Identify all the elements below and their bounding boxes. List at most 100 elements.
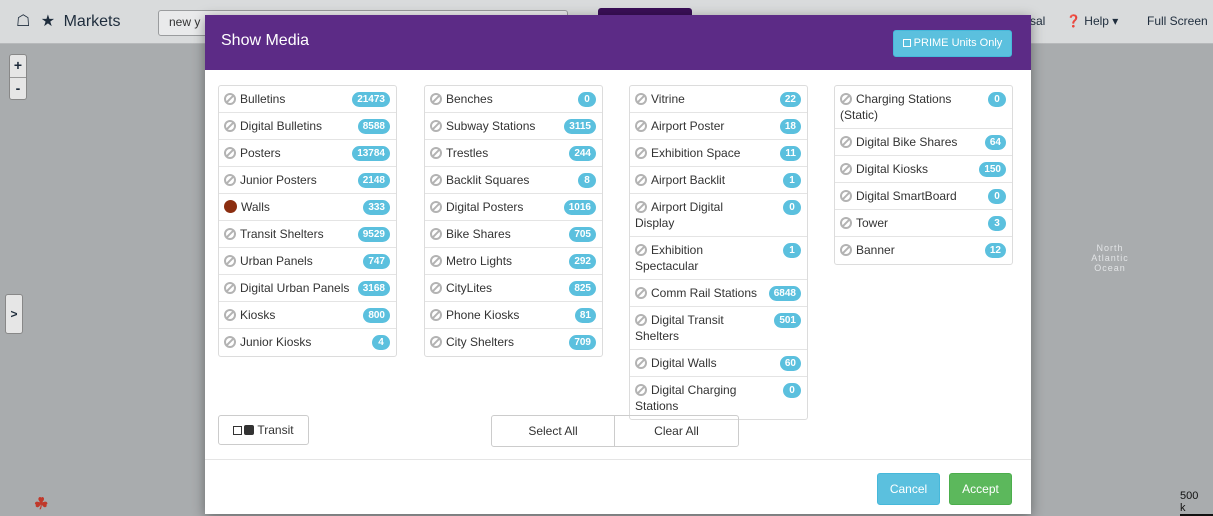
- media-item-label: Walls: [241, 200, 270, 214]
- transit-label: Transit: [257, 423, 294, 437]
- media-item[interactable]: Backlit Squares 8: [425, 167, 602, 194]
- map-logo: ☘: [34, 496, 49, 513]
- media-item-label: Tower: [856, 216, 889, 230]
- media-item[interactable]: CityLites 825: [425, 275, 602, 302]
- media-item[interactable]: Exhibition Space 11: [630, 140, 807, 167]
- media-item[interactable]: Junior Kiosks 4: [219, 329, 396, 356]
- map-scale: 500 k: [1180, 490, 1213, 516]
- ban-icon: [430, 93, 442, 105]
- media-item[interactable]: Tower 3: [835, 210, 1012, 237]
- count-badge: 8: [578, 173, 596, 188]
- media-item[interactable]: Transit Shelters 9529: [219, 221, 396, 248]
- nav-link-partial[interactable]: sal: [1030, 14, 1045, 28]
- media-item[interactable]: Vitrine 22: [630, 86, 807, 113]
- media-item[interactable]: Benches 0: [425, 86, 602, 113]
- media-item[interactable]: Phone Kiosks 81: [425, 302, 602, 329]
- media-item[interactable]: Digital Bulletins 8588: [219, 113, 396, 140]
- count-badge: 0: [783, 383, 801, 398]
- media-item-label: Digital Transit Shelters: [635, 313, 724, 343]
- count-badge: 11: [780, 146, 801, 161]
- ban-icon: [635, 314, 647, 326]
- media-item[interactable]: Digital SmartBoard 0: [835, 183, 1012, 210]
- media-list-column-1: Bulletins 21473 Digital Bulletins 8588 Poste…: [218, 85, 397, 357]
- ban-icon: [224, 309, 236, 321]
- count-badge: 800: [363, 308, 390, 323]
- ban-icon: [430, 309, 442, 321]
- count-badge: 18: [779, 119, 801, 134]
- media-item[interactable]: Urban Panels 747: [219, 248, 396, 275]
- ban-icon: [430, 336, 442, 348]
- media-item[interactable]: Bulletins 21473: [219, 86, 396, 113]
- media-item[interactable]: Airport Digital Display 0: [630, 194, 807, 237]
- zoom-in-button[interactable]: +: [10, 55, 26, 77]
- count-badge: 81: [574, 308, 596, 323]
- media-item[interactable]: Digital Transit Shelters 501: [630, 307, 807, 350]
- count-badge: 292: [569, 254, 596, 269]
- prime-label: PRIME Units Only: [913, 37, 1003, 49]
- count-badge: 8588: [357, 119, 390, 134]
- brand[interactable]: ☖ ★ Markets: [16, 11, 121, 31]
- checkbox-icon: [902, 39, 911, 47]
- media-item-label: Junior Posters: [240, 173, 317, 187]
- help-menu[interactable]: ❓ Help ▾: [1066, 14, 1118, 28]
- modal-header: Show Media PRIME Units Only: [205, 15, 1031, 70]
- media-item-label: Banner: [856, 243, 895, 257]
- media-item[interactable]: Digital Urban Panels 3168: [219, 275, 396, 302]
- ban-icon: [224, 147, 236, 159]
- count-badge: 0: [988, 92, 1006, 107]
- ban-icon: [840, 190, 852, 202]
- home-icon[interactable]: ☖: [16, 11, 30, 31]
- prime-units-only-button[interactable]: PRIME Units Only: [893, 30, 1012, 57]
- media-list-column-2: Benches 0 Subway Stations 3115 Trestles 244 Ba…: [424, 85, 603, 357]
- sidebar-toggle-button[interactable]: >: [5, 294, 23, 334]
- media-item[interactable]: Airport Poster 18: [630, 113, 807, 140]
- fullscreen-link[interactable]: Full Screen: [1147, 14, 1208, 28]
- media-item-label: Transit Shelters: [240, 227, 324, 241]
- ban-icon: [224, 174, 236, 186]
- ban-icon: [224, 336, 236, 348]
- media-item[interactable]: Airport Backlit 1: [630, 167, 807, 194]
- media-item[interactable]: Exhibition Spectacular 1: [630, 237, 807, 280]
- media-item[interactable]: Posters 13784: [219, 140, 396, 167]
- count-badge: 825: [569, 281, 596, 296]
- help-label: Help ▾: [1084, 14, 1119, 28]
- ban-icon: [224, 120, 236, 132]
- media-item-label: Bulletins: [240, 92, 286, 106]
- media-item-label: Digital Urban Panels: [240, 281, 350, 295]
- media-item[interactable]: Digital Kiosks 150: [835, 156, 1012, 183]
- media-item[interactable]: Metro Lights 292: [425, 248, 602, 275]
- media-item[interactable]: Junior Posters 2148: [219, 167, 396, 194]
- cancel-button[interactable]: Cancel: [877, 473, 940, 505]
- count-badge: 3115: [564, 119, 596, 134]
- count-badge: 64: [984, 135, 1006, 150]
- media-item-label: City Shelters: [446, 335, 515, 349]
- zoom-out-button[interactable]: -: [10, 77, 26, 99]
- ban-icon: [224, 282, 236, 294]
- select-all-button[interactable]: Select All: [492, 416, 615, 446]
- media-item[interactable]: Charging Stations (Static) 0: [835, 86, 1012, 129]
- media-item[interactable]: Comm Rail Stations 6848: [630, 280, 807, 307]
- media-item[interactable]: Digital Charging Stations 0: [630, 377, 807, 419]
- clear-all-button[interactable]: Clear All: [615, 416, 738, 446]
- ban-icon: [635, 244, 647, 256]
- media-item[interactable]: Walls 333: [219, 194, 396, 221]
- media-item-label: Digital Posters: [446, 200, 524, 214]
- media-item[interactable]: Banner 12: [835, 237, 1012, 264]
- media-item[interactable]: Digital Walls 60: [630, 350, 807, 377]
- media-item[interactable]: Trestles 244: [425, 140, 602, 167]
- count-badge: 150: [979, 162, 1006, 177]
- accept-button[interactable]: Accept: [949, 473, 1012, 505]
- media-item[interactable]: Bike Shares 705: [425, 221, 602, 248]
- count-badge: 22: [779, 92, 801, 107]
- media-item[interactable]: City Shelters 709: [425, 329, 602, 356]
- media-item[interactable]: Digital Bike Shares 64: [835, 129, 1012, 156]
- media-item[interactable]: Digital Posters 1016: [425, 194, 602, 221]
- selected-dot-icon: [224, 200, 237, 213]
- ban-icon: [635, 287, 647, 299]
- media-item-label: Urban Panels: [240, 254, 313, 268]
- transit-toggle-button[interactable]: Transit: [218, 415, 309, 445]
- media-item-label: Kiosks: [240, 308, 276, 322]
- media-item-label: Subway Stations: [446, 119, 536, 133]
- media-item[interactable]: Subway Stations 3115: [425, 113, 602, 140]
- media-item[interactable]: Kiosks 800: [219, 302, 396, 329]
